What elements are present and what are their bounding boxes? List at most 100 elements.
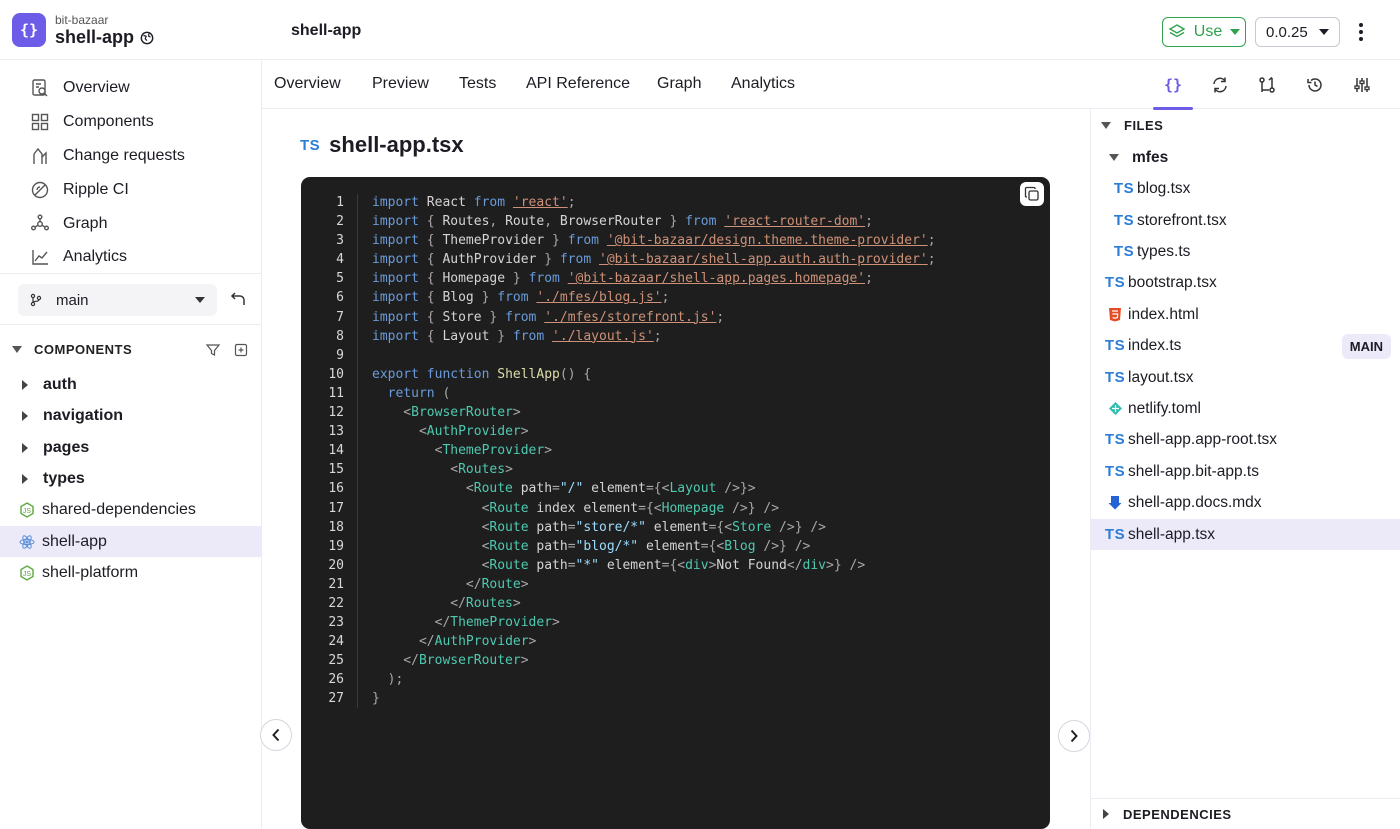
line-text: import { Homepage } from '@bit-bazaar/sh… bbox=[372, 271, 873, 287]
file-label: shell-app.tsx bbox=[1128, 525, 1216, 543]
version-select[interactable]: 0.0.25 bbox=[1255, 17, 1340, 47]
history-icon[interactable] bbox=[1304, 74, 1326, 96]
main-file-badge: MAIN bbox=[1341, 334, 1391, 359]
branch-select[interactable]: main bbox=[18, 284, 217, 316]
collapse-all-icon[interactable] bbox=[234, 343, 248, 357]
tab-preview[interactable]: Preview bbox=[372, 75, 429, 93]
file-item-bootstrap[interactable]: TS bootstrap.tsx bbox=[1091, 267, 1400, 298]
filter-icon[interactable] bbox=[206, 343, 220, 357]
expand-icon bbox=[22, 410, 28, 421]
line-number: 2 bbox=[336, 214, 344, 230]
tab-tests[interactable]: Tests bbox=[459, 75, 496, 93]
use-button[interactable]: Use bbox=[1162, 17, 1246, 47]
file-item-app-root[interactable]: TS shell-app.app-root.tsx bbox=[1091, 424, 1400, 455]
tab-graph[interactable]: Graph bbox=[657, 75, 701, 93]
line-text: import { Routes, Route, BrowserRouter } … bbox=[372, 214, 873, 230]
chevron-down-icon bbox=[195, 297, 205, 303]
node-env-icon: JS bbox=[20, 564, 34, 581]
code-line: 1 import React from 'react'; bbox=[301, 193, 936, 212]
file-item-blog[interactable]: TS blog.tsx bbox=[1091, 173, 1400, 204]
code-line: 3 import { ThemeProvider } from '@bit-baz… bbox=[301, 231, 936, 250]
file-item-shell-app[interactable]: TS shell-app.tsx bbox=[1091, 519, 1400, 550]
file-label: bootstrap.tsx bbox=[1128, 273, 1217, 291]
tree-folder-types[interactable]: types bbox=[0, 463, 261, 494]
tree-folder-navigation[interactable]: navigation bbox=[0, 400, 261, 431]
tree-folder-pages[interactable]: pages bbox=[0, 432, 261, 463]
typescript-icon: TS bbox=[1104, 274, 1126, 291]
sidebar-item-change-requests[interactable]: Change requests bbox=[30, 143, 185, 169]
app-logo-icon[interactable]: {} bbox=[12, 13, 46, 47]
sidebar-item-label: Graph bbox=[63, 215, 108, 232]
line-text: </BrowserRouter> bbox=[372, 653, 529, 669]
collapse-icon bbox=[1109, 154, 1119, 161]
change-requests-icon bbox=[33, 147, 47, 164]
file-item-types[interactable]: TS types.ts bbox=[1091, 236, 1400, 267]
expand-icon bbox=[22, 379, 28, 390]
org-name[interactable]: bit-bazaar bbox=[55, 13, 108, 27]
previous-button[interactable] bbox=[260, 719, 292, 751]
tab-overview[interactable]: Overview bbox=[274, 75, 341, 93]
line-number: 15 bbox=[328, 462, 344, 478]
tree-component-shared-dependencies[interactable]: JS shared-dependencies bbox=[0, 494, 261, 525]
file-item-layout[interactable]: TS layout.tsx bbox=[1091, 362, 1400, 393]
line-text: import { ThemeProvider } from '@bit-baza… bbox=[372, 233, 936, 249]
file-label: types.ts bbox=[1137, 242, 1191, 260]
file-label: shell-app.docs.mdx bbox=[1128, 493, 1262, 511]
file-item-docs[interactable]: shell-app.docs.mdx bbox=[1091, 487, 1400, 518]
sidebar-item-label: Components bbox=[63, 113, 154, 130]
code-line: 11 return ( bbox=[301, 384, 936, 403]
expand-icon bbox=[22, 473, 28, 484]
sidebar-item-components[interactable]: Components bbox=[30, 109, 154, 135]
line-number: 16 bbox=[328, 481, 344, 497]
components-section-header[interactable]: COMPONENTS bbox=[12, 342, 252, 357]
folder-mfes[interactable]: mfes bbox=[1091, 142, 1400, 173]
settings-sliders-icon[interactable] bbox=[1351, 74, 1373, 96]
code-line: 23 </ThemeProvider> bbox=[301, 613, 936, 632]
files-section-header[interactable]: FILES bbox=[1101, 118, 1163, 133]
component-tabs: Overview Preview Tests API Reference Gra… bbox=[262, 60, 1400, 110]
code-line: 5 import { Homepage } from '@bit-bazaar/s… bbox=[301, 269, 936, 288]
sidebar-item-graph[interactable]: Graph bbox=[30, 211, 107, 237]
file-name: shell-app.tsx bbox=[329, 132, 464, 157]
line-number: 23 bbox=[328, 615, 344, 631]
top-bar: {} bit-bazaar shell-app shell-app Use 0.… bbox=[0, 0, 1400, 60]
sidebar-item-analytics[interactable]: Analytics bbox=[30, 244, 127, 270]
components-grid-icon bbox=[31, 113, 49, 131]
code-viewer[interactable]: 1 import React from 'react'; 2 import { Rou… bbox=[301, 177, 1050, 829]
typescript-icon: TS bbox=[1113, 212, 1135, 229]
next-button[interactable] bbox=[1058, 720, 1090, 752]
tree-component-shell-platform[interactable]: JS shell-platform bbox=[0, 557, 261, 588]
line-text: import { Blog } from './mfes/blog.js'; bbox=[372, 290, 670, 306]
typescript-icon: TS bbox=[300, 136, 321, 154]
code-line: 13 <AuthProvider> bbox=[301, 422, 936, 441]
sidebar-item-overview[interactable]: Overview bbox=[30, 75, 130, 101]
copy-icon[interactable] bbox=[1020, 182, 1044, 206]
tree-item-label: auth bbox=[43, 375, 77, 393]
code-line: 14 <ThemeProvider> bbox=[301, 441, 936, 460]
line-number: 20 bbox=[328, 557, 344, 573]
app-name-label[interactable]: shell-app bbox=[55, 27, 134, 48]
file-item-netlify[interactable]: netlify.toml bbox=[1091, 393, 1400, 424]
code-line: 20 <Route path="*" element={<div>Not Fou… bbox=[301, 556, 936, 575]
compare-icon[interactable] bbox=[1256, 74, 1278, 96]
file-item-storefront[interactable]: TS storefront.tsx bbox=[1091, 205, 1400, 236]
dependencies-section-header[interactable]: DEPENDENCIES bbox=[1091, 798, 1400, 829]
sidebar-item-label: Overview bbox=[63, 79, 130, 96]
sidebar-item-ripple-ci[interactable]: Ripple CI bbox=[30, 177, 129, 203]
html5-icon bbox=[1104, 307, 1126, 322]
file-item-index-ts[interactable]: TS index.ts MAIN bbox=[1091, 330, 1400, 361]
folder-label: mfes bbox=[1132, 148, 1169, 166]
tab-analytics[interactable]: Analytics bbox=[731, 75, 795, 93]
undo-icon[interactable] bbox=[230, 291, 246, 307]
tree-component-shell-app[interactable]: shell-app bbox=[0, 526, 261, 557]
tab-api-reference[interactable]: API Reference bbox=[526, 75, 630, 93]
more-options-icon[interactable] bbox=[1354, 20, 1368, 44]
code-line: 18 <Route path="store/*" element={<Store… bbox=[301, 518, 936, 537]
code-line: 8 import { Layout } from './layout.js'; bbox=[301, 327, 936, 346]
tree-folder-auth[interactable]: auth bbox=[0, 369, 261, 400]
file-item-bit-app[interactable]: TS shell-app.bit-app.ts bbox=[1091, 456, 1400, 487]
code-icon[interactable]: {} bbox=[1153, 74, 1193, 110]
refresh-icon[interactable] bbox=[1209, 74, 1231, 96]
file-item-index-html[interactable]: index.html bbox=[1091, 299, 1400, 330]
line-text: <Route path="store/*" element={<Store />… bbox=[372, 519, 827, 535]
